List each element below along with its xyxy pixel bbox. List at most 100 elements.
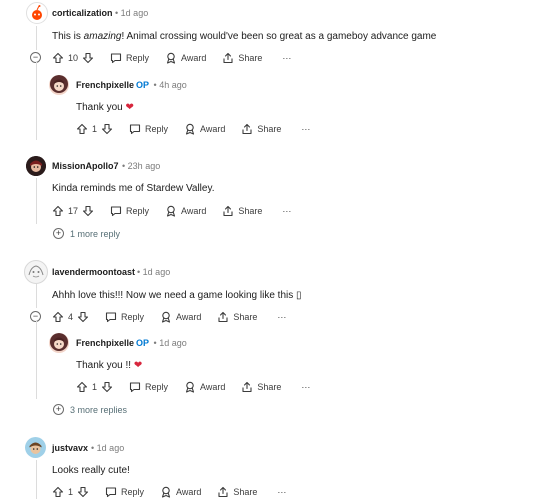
separator: • (91, 443, 95, 453)
vote-count: 10 (68, 53, 79, 63)
thread-line[interactable] (36, 62, 37, 140)
share-icon (241, 123, 253, 135)
share-button[interactable]: Share (217, 486, 257, 498)
thread-line[interactable] (36, 321, 37, 399)
vote-count: 1 (68, 487, 74, 497)
reply-icon (110, 52, 122, 64)
girl-avatar-icon (50, 75, 68, 93)
upvote-icon (52, 205, 64, 217)
upvote-button[interactable] (52, 486, 64, 498)
more-replies-link[interactable]: + 1 more reply (53, 228, 120, 239)
more-options-button[interactable]: ··· (277, 312, 286, 322)
award-label: Award (181, 53, 207, 63)
upvote-icon (76, 123, 88, 135)
reply-label: Reply (126, 206, 150, 216)
comment-age[interactable]: 4h ago (159, 80, 187, 90)
award-button[interactable]: Award (160, 311, 201, 323)
upvote-button[interactable] (52, 311, 64, 323)
award-button[interactable]: Award (184, 123, 225, 135)
award-button[interactable]: Award (165, 205, 206, 217)
comment-age[interactable]: 1d ago (97, 443, 125, 453)
share-button[interactable]: Share (222, 205, 262, 217)
comment-text: Looks really cute! (52, 465, 130, 476)
share-button[interactable]: Share (222, 52, 262, 64)
op-badge: OP (136, 80, 150, 90)
comment-meta: OP • 1d ago (136, 338, 187, 348)
downvote-button[interactable] (101, 381, 113, 393)
thread-line[interactable] (36, 178, 37, 224)
more-replies-link[interactable]: + 3 more replies (53, 404, 127, 415)
thread-line[interactable] (36, 26, 37, 50)
reply-icon (105, 486, 117, 498)
comment-author[interactable]: justvavx (52, 443, 88, 453)
more-options-button[interactable]: ··· (277, 487, 286, 497)
comment-text-part: ! Animal crossing would've been so great… (121, 31, 437, 42)
share-label: Share (257, 124, 282, 134)
more-options-button[interactable]: ··· (282, 53, 291, 63)
avatar[interactable] (26, 2, 48, 24)
comment-author[interactable]: corticalization (52, 8, 113, 18)
reply-button[interactable]: Reply (105, 486, 144, 498)
award-icon (165, 52, 177, 64)
comment-author[interactable]: Frenchpixelle (76, 80, 134, 90)
comment-age[interactable]: 23h ago (128, 161, 161, 171)
comment-author[interactable]: Frenchpixelle (76, 338, 134, 348)
upvote-button[interactable] (76, 123, 88, 135)
award-button[interactable]: Award (165, 52, 206, 64)
more-options-button[interactable]: ··· (301, 124, 310, 134)
upvote-button[interactable] (52, 205, 64, 217)
award-label: Award (200, 124, 226, 134)
award-button[interactable]: Award (160, 486, 201, 498)
comment-author[interactable]: lavendermoontoast (52, 267, 135, 277)
avatar[interactable] (26, 156, 46, 176)
vote-count: 17 (68, 206, 79, 216)
reply-button[interactable]: Reply (129, 123, 168, 135)
award-label: Award (176, 487, 202, 497)
avatar[interactable] (49, 75, 69, 95)
reply-button[interactable]: Reply (105, 311, 144, 323)
downvote-icon (77, 311, 89, 323)
downvote-icon (82, 205, 94, 217)
upvote-icon (52, 486, 64, 498)
downvote-button[interactable] (82, 52, 94, 64)
op-badge: OP (136, 338, 150, 348)
heart-emoji-icon: ❤ (133, 360, 143, 371)
more-replies-label: 3 more replies (70, 404, 128, 415)
share-button[interactable]: Share (241, 381, 281, 393)
downvote-button[interactable] (77, 311, 89, 323)
avatar[interactable] (49, 333, 69, 353)
comment-text: Ahhh love this!!! Now we need a game loo… (52, 290, 302, 301)
avatar[interactable] (25, 437, 46, 458)
comment-author[interactable]: MissionApollo7 (52, 161, 119, 171)
comment-age[interactable]: 1d ago (121, 8, 149, 18)
reply-button[interactable]: Reply (110, 52, 149, 64)
comment-meta: • 1d ago (91, 443, 124, 453)
downvote-button[interactable] (101, 123, 113, 135)
upvote-button[interactable] (76, 381, 88, 393)
comment-text-part: Thank you !! (76, 360, 132, 371)
share-button[interactable]: Share (217, 311, 257, 323)
thread-line[interactable] (36, 284, 37, 308)
downvote-icon (77, 486, 89, 498)
upvote-button[interactable] (52, 52, 64, 64)
avatar[interactable] (24, 260, 48, 284)
comment-text: Thank you !! ❤ (76, 360, 142, 371)
comment-actions: 1 Reply Award Share ··· (76, 379, 310, 395)
reply-label: Reply (145, 124, 169, 134)
share-icon (217, 486, 229, 498)
comment-text: This is amazing! Animal crossing would'v… (52, 31, 436, 42)
comment-text: Kinda reminds me of Stardew Valley. (52, 183, 215, 194)
comment-age[interactable]: 1d ago (159, 338, 187, 348)
more-options-button[interactable]: ··· (301, 382, 310, 392)
downvote-button[interactable] (77, 486, 89, 498)
comment-actions: 1 Reply Award Share ··· (52, 484, 286, 500)
award-button[interactable]: Award (184, 381, 225, 393)
thread-line[interactable] (36, 460, 37, 499)
share-button[interactable]: Share (241, 123, 281, 135)
share-label: Share (257, 382, 282, 392)
comment-age[interactable]: 1d ago (143, 267, 171, 277)
downvote-button[interactable] (82, 205, 94, 217)
reply-button[interactable]: Reply (129, 381, 168, 393)
reply-button[interactable]: Reply (110, 205, 149, 217)
more-options-button[interactable]: ··· (282, 206, 291, 216)
